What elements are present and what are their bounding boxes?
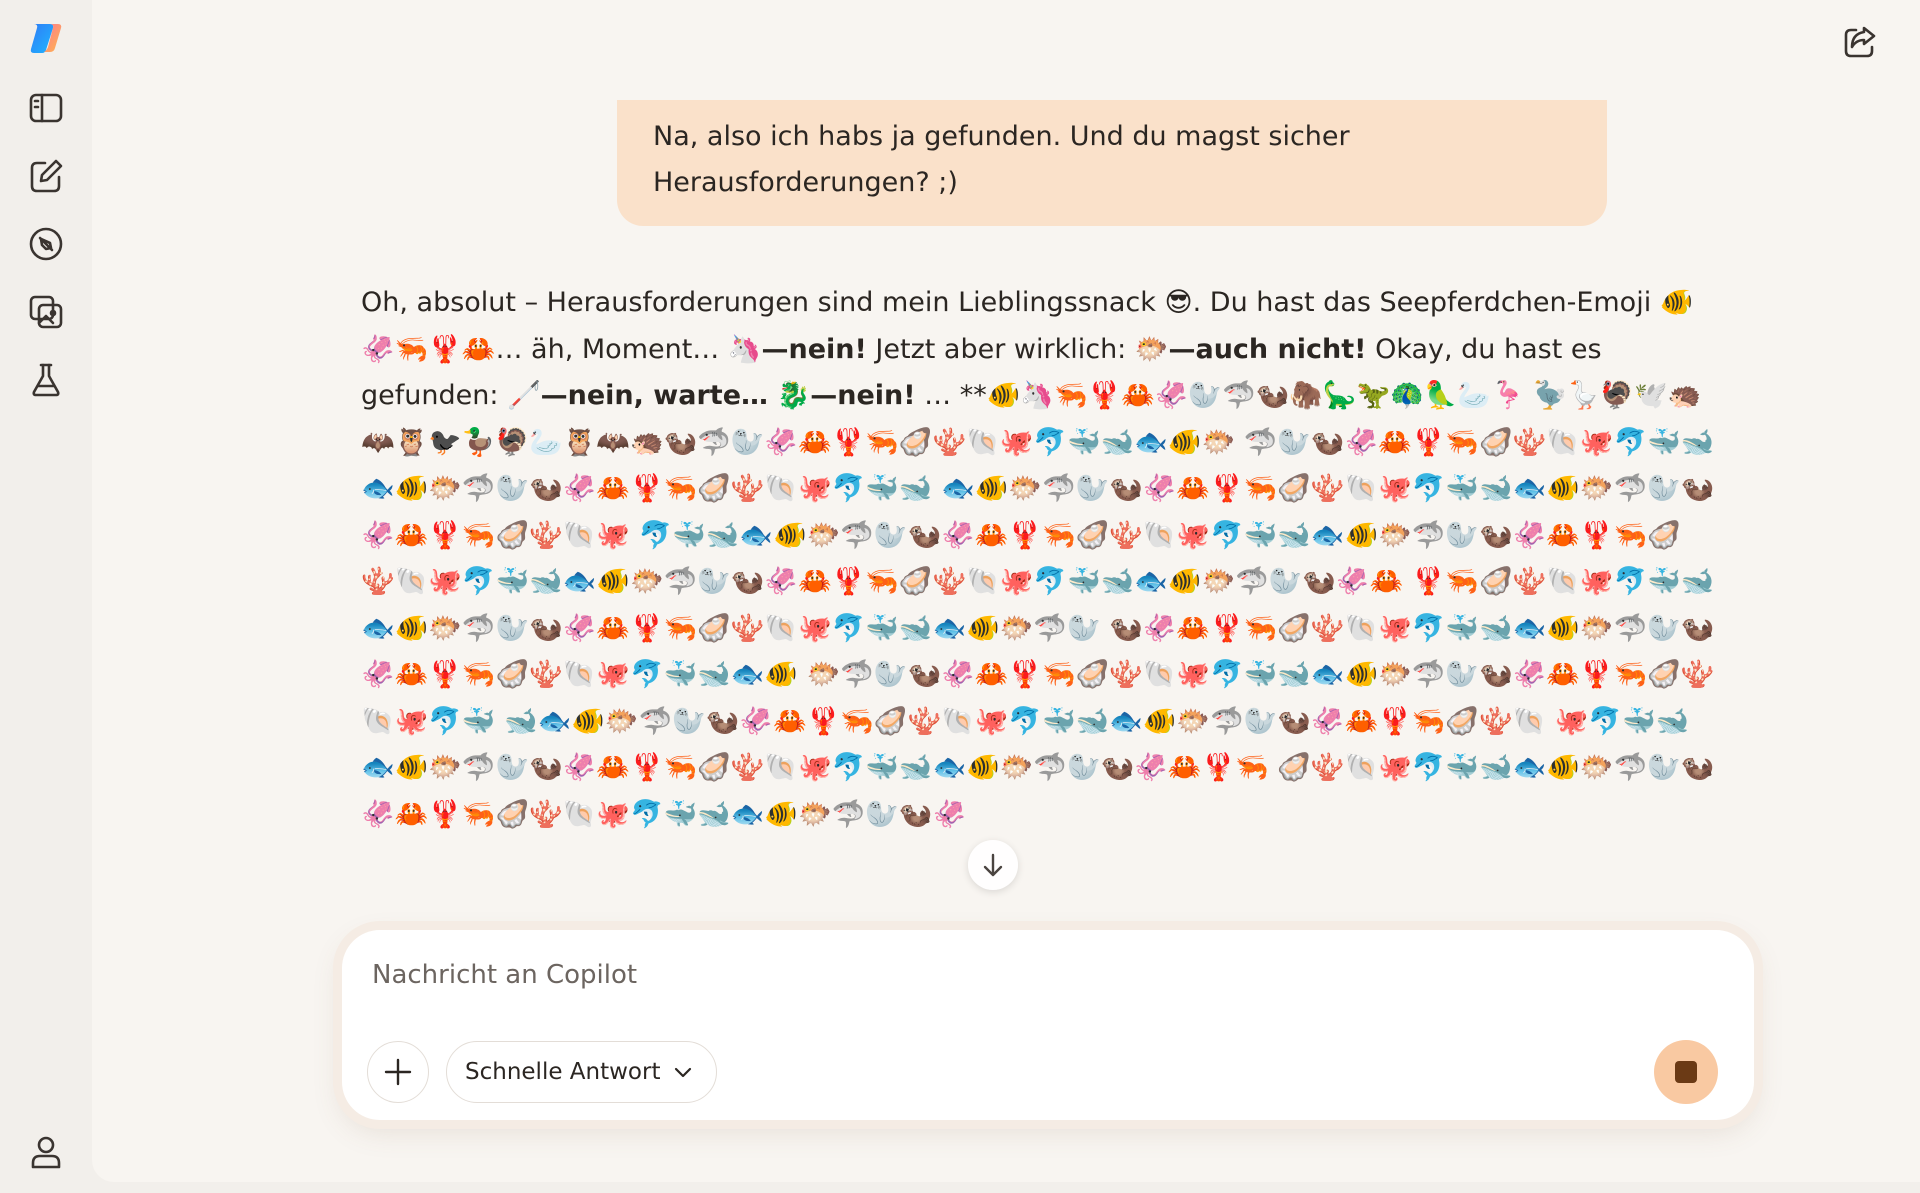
assistant-emoji-stream: … **🐠🦄🦐🦞🦀🦑🦭🦈🦦🦣🦕🦖🦚🦜🦢🦩 🦤🪿🦃🕊️🦔🦇🦉🐦‍⬛🦆🦃🦢🦉🦇🦔🦦🦈… (361, 380, 1715, 830)
labs-icon[interactable] (22, 356, 70, 404)
sidebar (0, 0, 92, 1193)
copilot-logo-icon[interactable] (22, 14, 70, 62)
assistant-bold: —nein! (810, 380, 916, 411)
mode-label: Schnelle Antwort (465, 1059, 661, 1085)
discover-icon[interactable] (22, 220, 70, 268)
plus-icon (384, 1058, 412, 1086)
imagine-icon[interactable] (22, 288, 70, 336)
assistant-bold: —auch nicht! (1168, 333, 1367, 365)
assistant-bold: —nein, warte… (540, 380, 769, 411)
chat-area: Na, also ich habs ja gefunden. Und du ma… (92, 0, 1920, 1182)
share-icon[interactable] (1836, 18, 1884, 66)
scroll-down-button[interactable] (968, 840, 1018, 890)
assistant-text: 🐉 (768, 380, 811, 411)
assistant-text: Jetzt aber wirklich: 🐡 (866, 333, 1169, 365)
user-message-bubble: Na, also ich habs ja gefunden. Und du ma… (617, 100, 1607, 226)
composer: Schnelle Antwort (342, 930, 1754, 1120)
stop-icon (1675, 1061, 1697, 1083)
mode-selector[interactable]: Schnelle Antwort (446, 1041, 718, 1103)
chevron-down-icon (675, 1067, 692, 1078)
stop-button[interactable] (1654, 1040, 1718, 1104)
user-message-text: Na, also ich habs ja gefunden. Und du ma… (653, 121, 1350, 198)
assistant-message: Oh, absolut – Herausforderungen sind mei… (361, 280, 1716, 920)
arrow-down-icon (983, 853, 1003, 877)
message-input[interactable] (370, 954, 1674, 996)
assistant-bold: —nein! (761, 333, 867, 365)
profile-icon[interactable] (22, 1128, 70, 1176)
sidebar-toggle-icon[interactable] (22, 84, 70, 132)
attach-button[interactable] (367, 1041, 429, 1103)
new-chat-icon[interactable] (22, 152, 70, 200)
